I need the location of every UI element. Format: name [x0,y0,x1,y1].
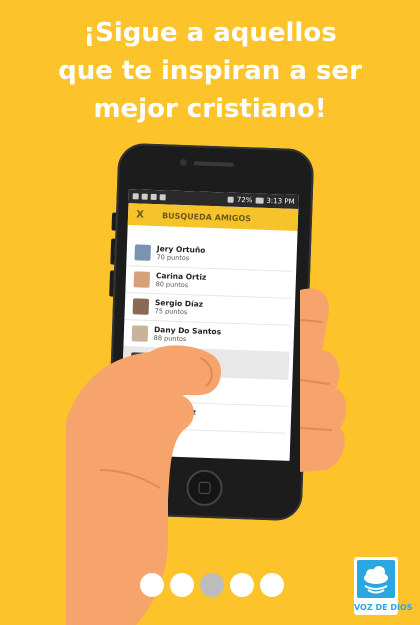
avatar [131,325,149,342]
headline-line-3: mejor cristiano! [93,94,327,124]
logo-text: VOZ DE DIOS [354,603,413,612]
friend-points: 75 puntos [150,414,184,425]
notification-icon [132,193,139,200]
phone-mockup: 72% 3:13 PM X BUSQUEDA AMIGOS Jery Ortuñ… [105,142,315,522]
pagination-dot[interactable] [200,573,224,597]
avatar [132,298,150,315]
friend-points: 80 puntos [155,280,189,290]
phone-volume-down [109,270,115,297]
notification-icon [159,194,166,201]
phone-camera [179,158,188,167]
friend-points: 70 puntos [156,253,190,263]
home-button[interactable] [185,469,224,507]
avatar [128,406,146,423]
avatar [129,379,147,396]
avatar [130,352,148,369]
friend-list: Jery Ortuño 70 puntos Carina Ortiz 80 punto… [120,225,298,434]
headline: ¡Sigue a aquellos que te inspiran a ser … [0,14,420,128]
pagination-dot[interactable] [260,573,284,597]
notification-icon [141,193,148,200]
avatar [134,244,152,261]
friend-points: 75 puntos [154,307,188,317]
pagination-dots [140,573,284,597]
app-title: BUSQUEDA AMIGOS [161,210,252,223]
phone-volume-up [110,238,116,265]
status-time: 3:13 PM [266,196,295,206]
friend-name: Astri [152,356,174,367]
wifi-icon [227,196,234,203]
pagination-dot[interactable] [230,573,254,597]
battery-level: 72% [236,195,253,205]
voz-de-dios-logo: VOZ DE DIOS [354,557,413,615]
headline-line-2: que te inspiran a ser [58,56,362,86]
headline-line-1: ¡Sigue a aquellos [83,18,337,48]
pagination-dot[interactable] [170,573,194,597]
close-button[interactable]: X [128,209,152,221]
pagination-dot[interactable] [140,573,164,597]
phone-screen: 72% 3:13 PM X BUSQUEDA AMIGOS Jery Ortuñ… [119,189,299,461]
phone-speaker [193,161,234,167]
phone-side-button [111,212,117,231]
notification-icon [150,193,157,201]
friend-row[interactable]: arco Pérez 75 puntos [120,400,288,434]
battery-icon [255,197,264,204]
avatar [133,271,151,288]
cloud-icon [357,560,395,598]
